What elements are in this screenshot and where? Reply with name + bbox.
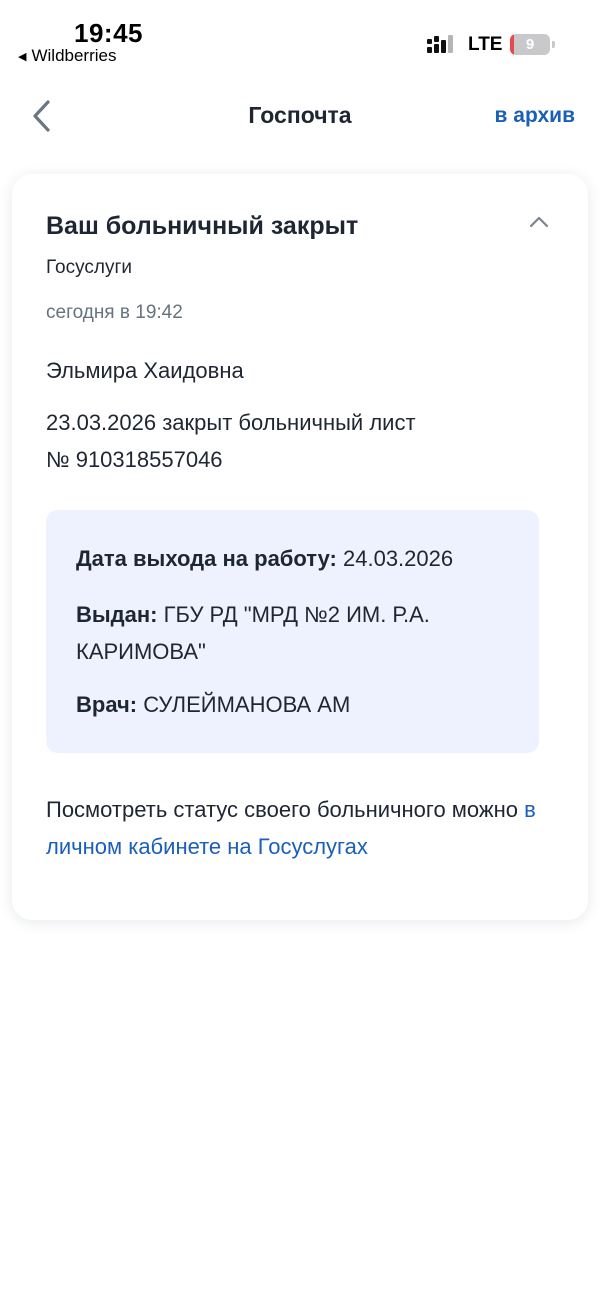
issued-by-label: Выдан: <box>76 602 158 627</box>
battery-cap <box>552 41 555 48</box>
archive-button[interactable]: в архив <box>495 104 575 128</box>
message-date: сегодня в 19:42 <box>46 302 183 323</box>
message-body: 23.03.2026 закрыт больничный лист № 9103… <box>46 404 526 478</box>
status-bar: 19:45 ◀ Wildberries LTE 9 <box>0 0 600 80</box>
chevron-up-icon <box>529 216 549 228</box>
battery-level: 9 <box>525 36 535 53</box>
message-card: Ваш больничный закрыт Госуслуги сегодня … <box>12 174 588 920</box>
return-date-row: Дата выхода на работу: 24.03.2026 <box>76 540 516 577</box>
sick-leave-details: Дата выхода на работу: 24.03.2026 Выдан:… <box>46 510 539 753</box>
screen: 19:45 ◀ Wildberries LTE 9 Госпочта в арх… <box>0 0 600 1300</box>
back-to-app-link[interactable]: ◀ Wildberries <box>18 46 117 66</box>
recipient-name: Эльмира Хаидовна <box>46 358 244 383</box>
status-time: 19:45 <box>74 18 143 48</box>
message-title: Ваш больничный закрыт <box>46 212 359 240</box>
footer-prefix: Посмотреть статус своего больничного мож… <box>46 797 519 822</box>
return-date-value: 24.03.2026 <box>343 546 454 571</box>
issued-by-row: Выдан: ГБУ РД "МРД №2 ИМ. Р.А. КАРИМОВА" <box>76 596 516 670</box>
back-app-label: Wildberries <box>31 46 117 65</box>
message-body-line-1: 23.03.2026 закрыт больничный лист <box>46 410 416 435</box>
cellular-signal-icon <box>427 35 459 55</box>
doctor-value: СУЛЕЙМАНОВА АМ <box>143 692 351 717</box>
battery-icon: 9 <box>510 34 550 55</box>
back-triangle-icon: ◀ <box>18 50 27 63</box>
footer-text: Посмотреть статус своего больничного мож… <box>46 791 546 865</box>
collapse-button[interactable] <box>528 214 550 230</box>
message-body-line-2: № 910318557046 <box>46 447 223 472</box>
doctor-row: Врач: СУЛЕЙМАНОВА АМ <box>76 686 516 723</box>
network-type: LTE <box>468 34 503 55</box>
message-sender: Госуслуги <box>46 257 133 278</box>
nav-bar: Госпочта в архив <box>0 88 600 144</box>
return-date-label: Дата выхода на работу: <box>76 546 337 571</box>
doctor-label: Врач: <box>76 692 138 717</box>
